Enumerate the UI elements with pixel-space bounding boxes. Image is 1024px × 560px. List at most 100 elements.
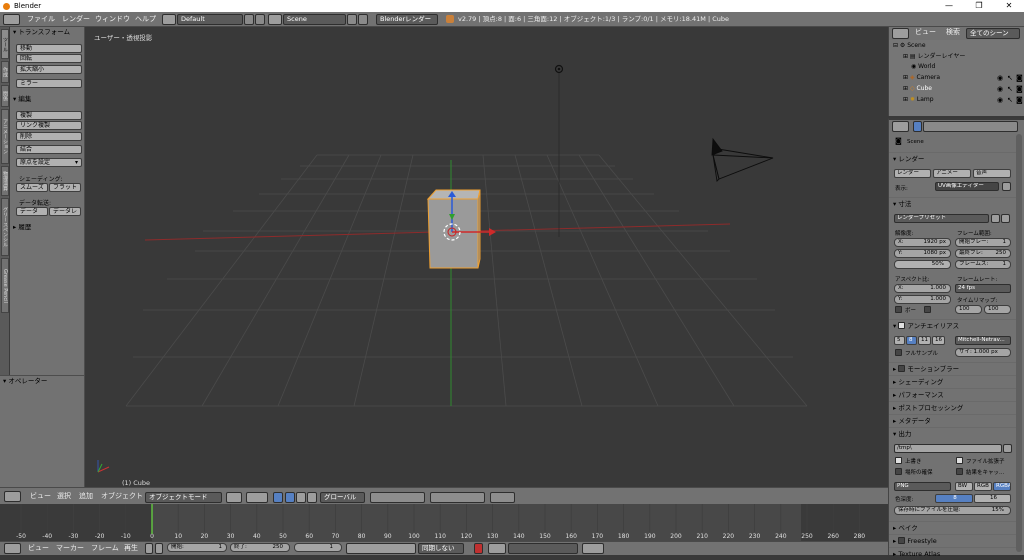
- resolution-percent-field[interactable]: 50%: [894, 260, 951, 269]
- outliner-item-scene[interactable]: ⊟ ⚙ Scene: [893, 41, 926, 51]
- end-frame-field[interactable]: 終了: 250: [230, 543, 290, 552]
- translate-manipulator-icon[interactable]: [285, 492, 295, 503]
- render-preview-icons[interactable]: [490, 492, 515, 503]
- remap-new-field[interactable]: 100: [984, 305, 1011, 314]
- pivot-dropdown-icon[interactable]: [246, 492, 268, 503]
- add-layout-icon[interactable]: [244, 14, 254, 25]
- edit-panel-header[interactable]: ▾ 編集: [10, 94, 85, 105]
- outliner-item-cube[interactable]: ⊞ ◇ Cube: [903, 84, 932, 94]
- duplicate-linked-button[interactable]: リンク複製: [16, 121, 82, 130]
- editor-type-icon[interactable]: [892, 28, 909, 39]
- mode-dropdown[interactable]: オブジェクトモード: [145, 492, 222, 503]
- data-layers-button[interactable]: データレ: [49, 207, 81, 216]
- properties-scrollbar[interactable]: [1016, 134, 1022, 552]
- aa-samples-11[interactable]: 11: [918, 336, 931, 345]
- full-sample-checkbox[interactable]: [895, 349, 902, 356]
- folder-icon[interactable]: [1003, 444, 1012, 453]
- tab-create[interactable]: 作成: [1, 61, 9, 83]
- tab-grease-pencil[interactable]: Grease Pencil: [1, 258, 9, 313]
- menu-marker[interactable]: マーカー: [56, 541, 84, 556]
- menu-window[interactable]: ウィンドウ: [95, 12, 130, 27]
- menu-help[interactable]: ヘルプ: [135, 12, 156, 27]
- current-frame-field[interactable]: 1: [294, 543, 342, 552]
- metadata-panel-header[interactable]: ▸ メタデータ: [889, 414, 1017, 426]
- render-slot-icon[interactable]: [1002, 182, 1011, 191]
- insert-keyframe-icons[interactable]: [582, 543, 604, 554]
- fps-dropdown[interactable]: 24 fps: [955, 284, 1011, 293]
- aspect-y-field[interactable]: Y: 1.000: [894, 295, 951, 304]
- lock-range-icon[interactable]: [145, 543, 153, 554]
- menu-add[interactable]: 追加: [79, 489, 93, 504]
- start-frame-field[interactable]: 開始フレー: 1: [955, 238, 1011, 247]
- texture-atlas-panel-header[interactable]: ▸ Texture Atlas: [889, 547, 1017, 559]
- delete-button[interactable]: 削除: [16, 132, 82, 141]
- render-panel-header[interactable]: ▾ レンダー: [889, 152, 1017, 164]
- close-button[interactable]: ✕: [994, 0, 1024, 12]
- aspect-x-field[interactable]: X: 1.000: [894, 284, 951, 293]
- crop-checkbox[interactable]: [924, 306, 931, 313]
- data-transfer-button[interactable]: データ: [16, 207, 48, 216]
- editor-type-icon[interactable]: [4, 491, 21, 502]
- remove-layout-icon[interactable]: [255, 14, 265, 25]
- render-camera-icon[interactable]: ◙: [1016, 85, 1023, 93]
- sync-dropdown[interactable]: 同期しない: [418, 543, 464, 554]
- aa-samples-16[interactable]: 16: [932, 336, 945, 345]
- preview-range-icon[interactable]: [155, 543, 163, 554]
- keying-icon[interactable]: [488, 543, 506, 554]
- performance-panel-header[interactable]: ▸ パフォーマンス: [889, 388, 1017, 400]
- cache-result-checkbox[interactable]: [956, 468, 963, 475]
- antialiasing-panel-header[interactable]: ▾ アンチエイリアス: [889, 319, 1017, 331]
- menu-select[interactable]: 選択: [57, 489, 71, 504]
- color-bw-button[interactable]: BW: [955, 482, 973, 491]
- scene-field[interactable]: Scene: [283, 14, 346, 25]
- flat-button[interactable]: フラット: [49, 183, 81, 192]
- color-rgba-button[interactable]: RGBA: [993, 482, 1011, 491]
- remove-preset-icon[interactable]: [1001, 214, 1010, 223]
- render-engine-dropdown[interactable]: Blenderレンダー: [376, 14, 438, 25]
- motion-blur-checkbox[interactable]: [898, 365, 906, 372]
- post-processing-panel-header[interactable]: ▸ ポストプロセッシング: [889, 401, 1017, 413]
- tab-grease-pencil-jp[interactable]: グリースペンシル: [1, 198, 9, 256]
- render-audio-button[interactable]: 音声: [973, 169, 1011, 178]
- outliner-item-world[interactable]: ◉ World: [911, 62, 935, 72]
- display-dropdown[interactable]: UV画像エディター: [935, 182, 999, 191]
- freestyle-panel-header[interactable]: ▸ Freestyle: [889, 534, 1017, 546]
- viewport-scene[interactable]: [85, 27, 888, 487]
- tab-tools[interactable]: ツール: [1, 29, 9, 59]
- file-extensions-checkbox[interactable]: [956, 457, 963, 464]
- 3d-viewport[interactable]: ユーザー・透視投影 (1) Cube: [85, 27, 888, 487]
- bake-panel-header[interactable]: ▸ ベイク: [889, 521, 1017, 533]
- aa-filter-dropdown[interactable]: Mitchell-Netrav...: [955, 336, 1011, 345]
- maximize-button[interactable]: ❐: [964, 0, 994, 12]
- timeline-ruler[interactable]: -50 -40 -30 -20 -10 0 10 20 30 40 50 60 70 80 90 100 110…: [0, 504, 888, 541]
- aa-samples-5[interactable]: 5: [894, 336, 905, 345]
- shading-panel-header[interactable]: ▸ シェーディング: [889, 375, 1017, 387]
- scale-button[interactable]: 拡大縮小: [16, 65, 82, 74]
- render-camera-icon[interactable]: ◙: [1016, 74, 1023, 82]
- operator-panel-header[interactable]: ▾ オペレーター: [0, 376, 75, 387]
- menu-view[interactable]: ビュー: [915, 26, 936, 41]
- visibility-eye-icon[interactable]: ◉: [997, 74, 1003, 82]
- mirror-button[interactable]: ミラー: [16, 79, 82, 88]
- playback-controls[interactable]: [346, 543, 416, 554]
- placeholders-checkbox[interactable]: [895, 468, 902, 475]
- aa-size-field[interactable]: サイ: 1.000 px: [955, 348, 1011, 357]
- menu-view[interactable]: ビュー: [28, 541, 49, 556]
- frame-step-field[interactable]: フレームス: 1: [955, 260, 1011, 269]
- screen-layout-field[interactable]: Default: [177, 14, 243, 25]
- add-preset-icon[interactable]: [991, 214, 1000, 223]
- freestyle-checkbox[interactable]: [898, 537, 906, 544]
- properties-context-tabs[interactable]: [923, 121, 1018, 132]
- outliner-item-lamp[interactable]: ⊞ ✹ Lamp: [903, 95, 934, 105]
- display-mode-dropdown[interactable]: 全てのシーン: [966, 28, 1020, 39]
- select-arrow-icon[interactable]: ↖: [1007, 96, 1013, 104]
- resolution-x-field[interactable]: X: 1920 px: [894, 238, 951, 247]
- select-arrow-icon[interactable]: ↖: [1007, 85, 1013, 93]
- menu-render[interactable]: レンダー: [62, 12, 90, 27]
- visibility-eye-icon[interactable]: ◉: [997, 96, 1003, 104]
- record-icon[interactable]: [474, 543, 483, 554]
- render-tab-icon[interactable]: [913, 121, 922, 132]
- overwrite-checkbox[interactable]: [895, 457, 902, 464]
- menu-frame[interactable]: フレーム: [91, 541, 119, 556]
- history-panel-header[interactable]: ▸ 履歴: [10, 222, 85, 233]
